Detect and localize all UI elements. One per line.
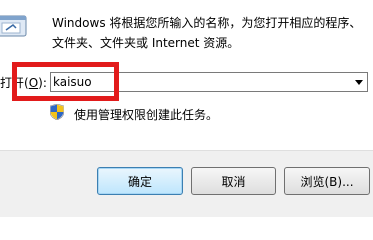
run-program-icon [0, 14, 28, 40]
open-field-label: 打开(O): [0, 74, 47, 91]
open-label-mnemonic: O [28, 76, 39, 90]
browse-button[interactable]: 浏览(B)... [284, 167, 370, 195]
description-line-2: 文件夹、文件夹或 Internet 资源。 [52, 36, 240, 50]
admin-rights-note: 使用管理权限创建此任务。 [74, 108, 219, 122]
dialog-description: Windows 将根据您所输入的名称，为您打开相应的程序、 文件夹、文件夹或 I… [52, 13, 370, 53]
chevron-down-icon[interactable] [350, 73, 367, 91]
open-combobox[interactable]: kaisuo [50, 72, 368, 92]
uac-shield-icon [49, 103, 65, 121]
open-label-suffix: ): [38, 76, 47, 90]
description-line-1: Windows 将根据您所输入的名称，为您打开相应的程序、 [52, 16, 362, 30]
ok-button[interactable]: 确定 [97, 167, 183, 195]
cancel-button[interactable]: 取消 [191, 167, 276, 195]
open-input[interactable]: kaisuo [53, 74, 92, 90]
open-label-prefix: 打开( [0, 76, 29, 90]
